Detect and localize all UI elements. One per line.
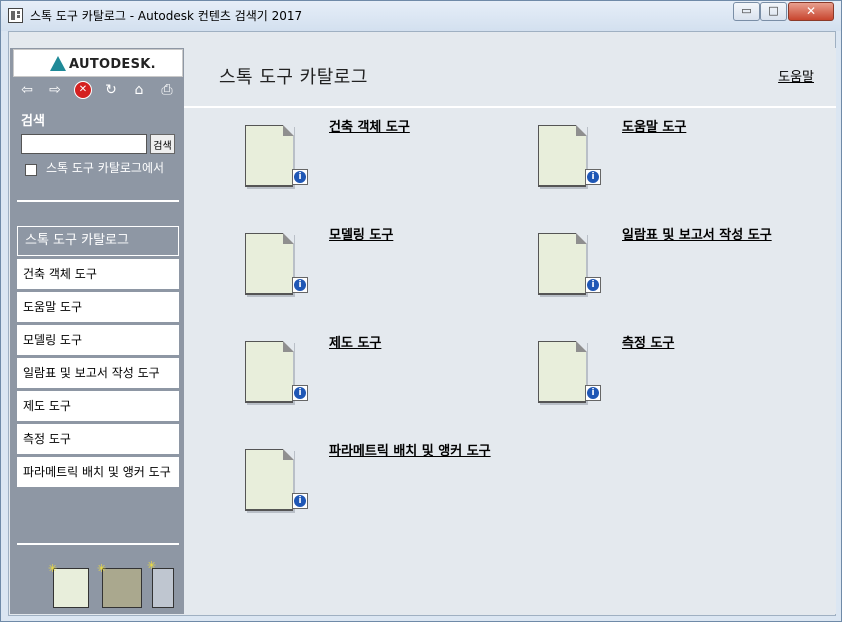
tool-item-measurement-tools[interactable]: i 측정 도구 — [538, 337, 838, 421]
catalog-actions: ✳ ✳ ✳ — [10, 556, 184, 612]
tool-item-parametric-layout-tools[interactable]: i 파라메트릭 배치 및 앵커 도구 — [245, 445, 545, 529]
tool-item-drafting-tools[interactable]: i 제도 도구 — [245, 337, 545, 421]
new-tool-icon[interactable] — [152, 568, 174, 608]
sidebar-item-drafting-tools[interactable]: 제도 도구 — [17, 391, 179, 424]
tool-link[interactable]: 파라메트릭 배치 및 앵커 도구 — [329, 445, 509, 459]
autodesk-logo-icon — [50, 56, 66, 71]
catalog-document-icon[interactable] — [245, 125, 294, 187]
search-scope-label: 스톡 도구 카탈로그에서 — [46, 161, 165, 175]
sidebar: AUTODESK. ⇦ ⇨ ✕ ↻ ⌂ ⎙ 검색 검색 스톡 도구 카탈로그에서… — [10, 48, 184, 614]
sparkle-icon: ✳ — [147, 559, 157, 572]
minimize-button[interactable]: ▭ — [733, 2, 760, 21]
tool-link[interactable]: 일람표 및 보고서 작성 도구 — [622, 229, 822, 243]
forward-arrow-icon[interactable]: ⇨ — [46, 81, 64, 99]
sidebar-item-modeling-tools[interactable]: 모델링 도구 — [17, 325, 179, 358]
stop-icon[interactable]: ✕ — [74, 81, 92, 99]
catalog-document-icon[interactable] — [538, 233, 587, 295]
new-catalog-icon[interactable] — [53, 568, 89, 608]
sidebar-item-scheduling-tools[interactable]: 일람표 및 보고서 작성 도구 — [17, 358, 179, 391]
info-icon[interactable]: i — [292, 385, 308, 401]
info-icon[interactable]: i — [585, 385, 601, 401]
sparkle-icon: ✳ — [48, 562, 58, 575]
title-bar[interactable]: 스톡 도구 카탈로그 - Autodesk 컨텐츠 검색기 2017 ▭ □ ✕ — [1, 1, 841, 31]
sidebar-item-help-tools[interactable]: 도움말 도구 — [17, 292, 179, 325]
sidebar-item-stock-tool-catalog[interactable]: 스톡 도구 카탈로그 — [17, 226, 179, 256]
tool-item-help-tools[interactable]: i 도움말 도구 — [538, 121, 838, 205]
sidebar-divider — [17, 200, 179, 202]
content-browser-window: 스톡 도구 카탈로그 - Autodesk 컨텐츠 검색기 2017 ▭ □ ✕… — [0, 0, 842, 622]
catalog-document-icon[interactable] — [538, 125, 587, 187]
sidebar-divider-bottom — [17, 543, 179, 545]
info-icon[interactable]: i — [292, 169, 308, 185]
refresh-icon[interactable]: ↻ — [102, 81, 120, 99]
tool-link[interactable]: 제도 도구 — [329, 337, 509, 351]
search-button[interactable]: 검색 — [150, 134, 175, 154]
catalog-nav-list: 스톡 도구 카탈로그 건축 객체 도구 도움말 도구 모델링 도구 일람표 및 … — [17, 226, 179, 490]
print-icon[interactable]: ⎙ — [158, 81, 176, 99]
tool-link[interactable]: 건축 객체 도구 — [329, 121, 509, 135]
search-input[interactable] — [21, 134, 147, 154]
sidebar-item-measurement-tools[interactable]: 측정 도구 — [17, 424, 179, 457]
sidebar-item-parametric-layout-tools[interactable]: 파라메트릭 배치 및 앵커 도구 — [17, 457, 179, 490]
maximize-button[interactable]: □ — [760, 2, 787, 21]
browser-frame: AUTODESK. ⇦ ⇨ ✕ ↻ ⌂ ⎙ 검색 검색 스톡 도구 카탈로그에서… — [8, 31, 836, 616]
info-icon[interactable]: i — [292, 493, 308, 509]
tool-item-scheduling-tools[interactable]: i 일람표 및 보고서 작성 도구 — [538, 229, 838, 313]
info-icon[interactable]: i — [585, 277, 601, 293]
new-palette-icon[interactable] — [102, 568, 142, 608]
window-title: 스톡 도구 카탈로그 - Autodesk 컨텐츠 검색기 2017 — [30, 9, 303, 23]
catalog-document-icon[interactable] — [538, 341, 587, 403]
help-link[interactable]: 도움말 — [778, 66, 814, 85]
app-icon — [8, 8, 23, 23]
tool-item-architectural-objects[interactable]: i 건축 객체 도구 — [245, 121, 545, 205]
autodesk-logo: AUTODESK. — [13, 49, 183, 77]
back-arrow-icon[interactable]: ⇦ — [18, 81, 36, 99]
page-title: 스톡 도구 카탈로그 — [219, 67, 368, 88]
home-icon[interactable]: ⌂ — [130, 81, 148, 99]
info-icon[interactable]: i — [585, 169, 601, 185]
tool-link[interactable]: 측정 도구 — [622, 337, 802, 351]
tool-item-modeling-tools[interactable]: i 모델링 도구 — [245, 229, 545, 313]
tool-link[interactable]: 도움말 도구 — [622, 121, 802, 135]
tool-link[interactable]: 모델링 도구 — [329, 229, 509, 243]
search-scope-checkbox[interactable] — [25, 164, 37, 176]
catalog-document-icon[interactable] — [245, 341, 294, 403]
sidebar-item-architectural-objects[interactable]: 건축 객체 도구 — [17, 259, 179, 292]
main-content: 스톡 도구 카탈로그 도움말 i 건축 객체 도구 i 도움말 도구 i 모델링… — [184, 48, 836, 614]
info-icon[interactable]: i — [292, 277, 308, 293]
catalog-document-icon[interactable] — [245, 449, 294, 511]
close-button[interactable]: ✕ — [788, 2, 834, 21]
catalog-document-icon[interactable] — [245, 233, 294, 295]
search-label: 검색 — [21, 114, 45, 129]
navigation-toolbar: ⇦ ⇨ ✕ ↻ ⌂ ⎙ — [10, 81, 184, 101]
logo-text: AUTODESK. — [69, 57, 156, 72]
sparkle-icon: ✳ — [97, 562, 107, 575]
header-divider — [184, 106, 836, 108]
